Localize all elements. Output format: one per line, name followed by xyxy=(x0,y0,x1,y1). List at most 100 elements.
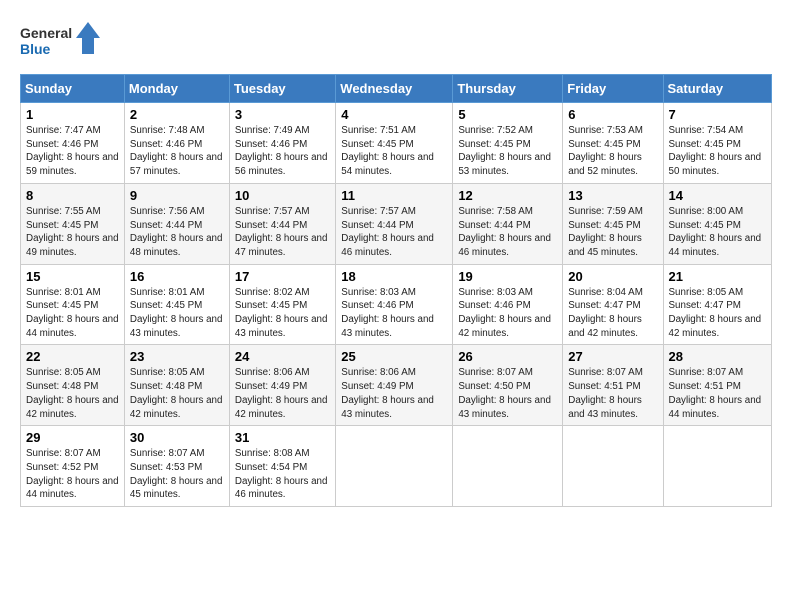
day-number: 29 xyxy=(26,430,119,445)
day-number: 25 xyxy=(341,349,447,364)
day-cell: 29 Sunrise: 8:07 AM Sunset: 4:52 PM Dayl… xyxy=(21,426,125,507)
day-cell: 12 Sunrise: 7:58 AM Sunset: 4:44 PM Dayl… xyxy=(453,183,563,264)
day-info: Sunrise: 7:53 AM Sunset: 4:45 PM Dayligh… xyxy=(568,124,657,179)
day-info: Sunrise: 8:08 AM Sunset: 4:54 PM Dayligh… xyxy=(235,447,330,502)
day-number: 1 xyxy=(26,107,119,122)
day-cell xyxy=(453,426,563,507)
day-cell: 8 Sunrise: 7:55 AM Sunset: 4:45 PM Dayli… xyxy=(21,183,125,264)
day-info: Sunrise: 7:49 AM Sunset: 4:46 PM Dayligh… xyxy=(235,124,330,179)
week-row-5: 29 Sunrise: 8:07 AM Sunset: 4:52 PM Dayl… xyxy=(21,426,772,507)
day-info: Sunrise: 7:59 AM Sunset: 4:45 PM Dayligh… xyxy=(568,205,657,260)
page-header: General Blue xyxy=(20,20,772,64)
column-headers: SundayMondayTuesdayWednesdayThursdayFrid… xyxy=(21,75,772,103)
day-number: 21 xyxy=(669,269,766,284)
day-cell: 25 Sunrise: 8:06 AM Sunset: 4:49 PM Dayl… xyxy=(336,345,453,426)
day-cell: 3 Sunrise: 7:49 AM Sunset: 4:46 PM Dayli… xyxy=(229,103,335,184)
day-number: 27 xyxy=(568,349,657,364)
day-cell: 1 Sunrise: 7:47 AM Sunset: 4:46 PM Dayli… xyxy=(21,103,125,184)
day-info: Sunrise: 7:58 AM Sunset: 4:44 PM Dayligh… xyxy=(458,205,557,260)
col-header-thursday: Thursday xyxy=(453,75,563,103)
day-cell: 10 Sunrise: 7:57 AM Sunset: 4:44 PM Dayl… xyxy=(229,183,335,264)
day-number: 2 xyxy=(130,107,224,122)
day-cell: 24 Sunrise: 8:06 AM Sunset: 4:49 PM Dayl… xyxy=(229,345,335,426)
day-cell xyxy=(563,426,663,507)
day-info: Sunrise: 8:02 AM Sunset: 4:45 PM Dayligh… xyxy=(235,286,330,341)
day-info: Sunrise: 7:55 AM Sunset: 4:45 PM Dayligh… xyxy=(26,205,119,260)
week-row-1: 1 Sunrise: 7:47 AM Sunset: 4:46 PM Dayli… xyxy=(21,103,772,184)
col-header-sunday: Sunday xyxy=(21,75,125,103)
day-info: Sunrise: 8:07 AM Sunset: 4:50 PM Dayligh… xyxy=(458,366,557,421)
day-cell: 31 Sunrise: 8:08 AM Sunset: 4:54 PM Dayl… xyxy=(229,426,335,507)
day-cell: 20 Sunrise: 8:04 AM Sunset: 4:47 PM Dayl… xyxy=(563,264,663,345)
day-number: 10 xyxy=(235,188,330,203)
day-number: 16 xyxy=(130,269,224,284)
day-number: 5 xyxy=(458,107,557,122)
day-number: 9 xyxy=(130,188,224,203)
day-info: Sunrise: 8:01 AM Sunset: 4:45 PM Dayligh… xyxy=(130,286,224,341)
day-number: 24 xyxy=(235,349,330,364)
day-info: Sunrise: 7:54 AM Sunset: 4:45 PM Dayligh… xyxy=(669,124,766,179)
day-info: Sunrise: 8:01 AM Sunset: 4:45 PM Dayligh… xyxy=(26,286,119,341)
day-info: Sunrise: 8:06 AM Sunset: 4:49 PM Dayligh… xyxy=(235,366,330,421)
day-info: Sunrise: 8:07 AM Sunset: 4:52 PM Dayligh… xyxy=(26,447,119,502)
day-cell: 14 Sunrise: 8:00 AM Sunset: 4:45 PM Dayl… xyxy=(663,183,771,264)
day-cell: 26 Sunrise: 8:07 AM Sunset: 4:50 PM Dayl… xyxy=(453,345,563,426)
day-cell: 19 Sunrise: 8:03 AM Sunset: 4:46 PM Dayl… xyxy=(453,264,563,345)
day-info: Sunrise: 8:06 AM Sunset: 4:49 PM Dayligh… xyxy=(341,366,447,421)
day-number: 6 xyxy=(568,107,657,122)
svg-text:Blue: Blue xyxy=(20,41,51,57)
col-header-friday: Friday xyxy=(563,75,663,103)
day-number: 15 xyxy=(26,269,119,284)
day-cell: 15 Sunrise: 8:01 AM Sunset: 4:45 PM Dayl… xyxy=(21,264,125,345)
day-info: Sunrise: 8:07 AM Sunset: 4:51 PM Dayligh… xyxy=(568,366,657,421)
day-cell xyxy=(663,426,771,507)
day-info: Sunrise: 8:07 AM Sunset: 4:53 PM Dayligh… xyxy=(130,447,224,502)
day-cell: 9 Sunrise: 7:56 AM Sunset: 4:44 PM Dayli… xyxy=(124,183,229,264)
logo-svg: General Blue xyxy=(20,20,100,64)
day-info: Sunrise: 8:03 AM Sunset: 4:46 PM Dayligh… xyxy=(341,286,447,341)
day-cell: 5 Sunrise: 7:52 AM Sunset: 4:45 PM Dayli… xyxy=(453,103,563,184)
col-header-monday: Monday xyxy=(124,75,229,103)
day-number: 13 xyxy=(568,188,657,203)
day-number: 12 xyxy=(458,188,557,203)
day-cell: 16 Sunrise: 8:01 AM Sunset: 4:45 PM Dayl… xyxy=(124,264,229,345)
day-info: Sunrise: 8:05 AM Sunset: 4:48 PM Dayligh… xyxy=(130,366,224,421)
day-cell: 4 Sunrise: 7:51 AM Sunset: 4:45 PM Dayli… xyxy=(336,103,453,184)
day-number: 28 xyxy=(669,349,766,364)
day-cell: 7 Sunrise: 7:54 AM Sunset: 4:45 PM Dayli… xyxy=(663,103,771,184)
day-number: 11 xyxy=(341,188,447,203)
day-info: Sunrise: 8:07 AM Sunset: 4:51 PM Dayligh… xyxy=(669,366,766,421)
day-number: 23 xyxy=(130,349,224,364)
day-info: Sunrise: 7:47 AM Sunset: 4:46 PM Dayligh… xyxy=(26,124,119,179)
day-cell: 30 Sunrise: 8:07 AM Sunset: 4:53 PM Dayl… xyxy=(124,426,229,507)
day-info: Sunrise: 8:00 AM Sunset: 4:45 PM Dayligh… xyxy=(669,205,766,260)
day-cell: 13 Sunrise: 7:59 AM Sunset: 4:45 PM Dayl… xyxy=(563,183,663,264)
day-number: 19 xyxy=(458,269,557,284)
day-cell: 21 Sunrise: 8:05 AM Sunset: 4:47 PM Dayl… xyxy=(663,264,771,345)
day-info: Sunrise: 7:48 AM Sunset: 4:46 PM Dayligh… xyxy=(130,124,224,179)
day-info: Sunrise: 7:52 AM Sunset: 4:45 PM Dayligh… xyxy=(458,124,557,179)
day-cell: 27 Sunrise: 8:07 AM Sunset: 4:51 PM Dayl… xyxy=(563,345,663,426)
day-cell: 6 Sunrise: 7:53 AM Sunset: 4:45 PM Dayli… xyxy=(563,103,663,184)
day-cell: 11 Sunrise: 7:57 AM Sunset: 4:44 PM Dayl… xyxy=(336,183,453,264)
week-row-4: 22 Sunrise: 8:05 AM Sunset: 4:48 PM Dayl… xyxy=(21,345,772,426)
day-number: 14 xyxy=(669,188,766,203)
day-number: 20 xyxy=(568,269,657,284)
day-number: 31 xyxy=(235,430,330,445)
day-number: 18 xyxy=(341,269,447,284)
week-row-3: 15 Sunrise: 8:01 AM Sunset: 4:45 PM Dayl… xyxy=(21,264,772,345)
day-number: 8 xyxy=(26,188,119,203)
day-cell: 23 Sunrise: 8:05 AM Sunset: 4:48 PM Dayl… xyxy=(124,345,229,426)
col-header-saturday: Saturday xyxy=(663,75,771,103)
day-number: 22 xyxy=(26,349,119,364)
day-cell xyxy=(336,426,453,507)
day-info: Sunrise: 7:56 AM Sunset: 4:44 PM Dayligh… xyxy=(130,205,224,260)
day-number: 26 xyxy=(458,349,557,364)
day-cell: 18 Sunrise: 8:03 AM Sunset: 4:46 PM Dayl… xyxy=(336,264,453,345)
day-info: Sunrise: 7:57 AM Sunset: 4:44 PM Dayligh… xyxy=(341,205,447,260)
col-header-wednesday: Wednesday xyxy=(336,75,453,103)
day-number: 7 xyxy=(669,107,766,122)
day-info: Sunrise: 8:04 AM Sunset: 4:47 PM Dayligh… xyxy=(568,286,657,341)
day-number: 17 xyxy=(235,269,330,284)
day-info: Sunrise: 8:03 AM Sunset: 4:46 PM Dayligh… xyxy=(458,286,557,341)
